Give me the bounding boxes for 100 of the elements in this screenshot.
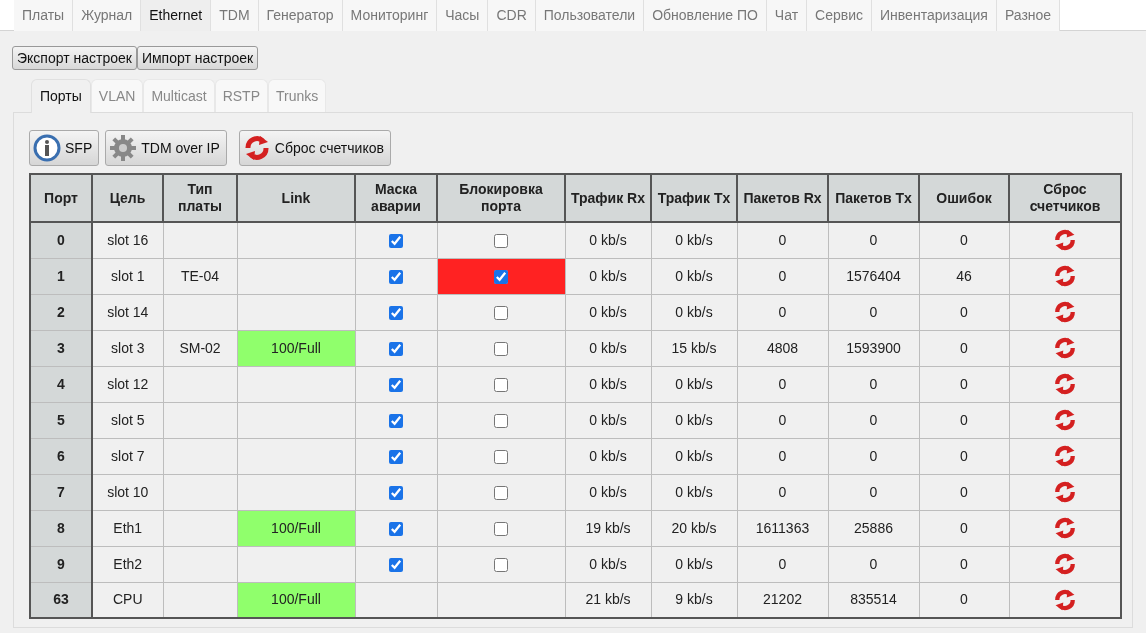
table-cell: CPU: [92, 582, 163, 618]
alarm-mask-checkbox[interactable]: [389, 269, 403, 284]
table-cell: 1576404: [828, 258, 919, 294]
reset-counters-button[interactable]: [1052, 444, 1077, 468]
alarm-mask-checkbox[interactable]: [389, 305, 403, 320]
table-cell: slot 16: [92, 222, 163, 258]
table-cell: 0 kb/s: [651, 294, 737, 330]
nav-tab[interactable]: Инвентаризация: [872, 0, 997, 31]
nav-tab[interactable]: Часы: [437, 0, 489, 31]
toolbar-button[interactable]: SFP: [29, 130, 100, 166]
nav-tab[interactable]: TDM: [211, 0, 259, 31]
port-block-checkbox[interactable]: [494, 377, 508, 392]
table-cell: 0: [919, 330, 1009, 366]
table-cell: 0: [828, 222, 919, 258]
sub-tab[interactable]: Порты: [31, 79, 91, 113]
reset-counters-button[interactable]: [1052, 228, 1077, 253]
table-cell: 19 kb/s: [565, 510, 651, 546]
port-block-checkbox[interactable]: [494, 269, 508, 284]
gear-icon: [109, 134, 138, 162]
sub-tab[interactable]: Multicast: [143, 79, 215, 112]
port-cell: 9: [30, 546, 92, 582]
alarm-mask-checkbox[interactable]: [389, 557, 403, 572]
nav-tab[interactable]: CDR: [488, 0, 536, 31]
sub-tab[interactable]: RSTP: [214, 79, 268, 112]
port-cell: 3: [30, 330, 92, 366]
reset-counters-button[interactable]: [1052, 408, 1077, 432]
alarm-mask-checkbox[interactable]: [389, 413, 403, 428]
port-block-checkbox[interactable]: [494, 449, 508, 464]
link-status: 100/Full: [237, 330, 355, 366]
alarm-mask-checkbox[interactable]: [389, 377, 403, 392]
port-cell: 1: [30, 258, 92, 294]
table-cell: 0: [828, 366, 919, 402]
table-cell: 0 kb/s: [651, 402, 737, 438]
nav-tab[interactable]: Сервис: [807, 0, 873, 31]
table-cell: slot 14: [92, 294, 163, 330]
port-cell: 6: [30, 438, 92, 474]
port-block-checkbox[interactable]: [494, 305, 508, 320]
table-cell: 25886: [828, 510, 919, 546]
table-cell: 0: [919, 294, 1009, 330]
port-block-checkbox[interactable]: [494, 485, 508, 500]
table-cell: Eth2: [92, 546, 163, 582]
port-cell: 0: [30, 222, 92, 258]
settings-button[interactable]: Импорт настроек: [136, 46, 259, 70]
nav-tab[interactable]: Журнал: [73, 0, 142, 31]
column-header: Трафик Tx: [651, 174, 737, 222]
toolbar-button[interactable]: Сброс счетчиков: [238, 130, 391, 166]
table-cell: 0: [919, 510, 1009, 546]
nav-tab[interactable]: Разное: [996, 0, 1061, 31]
reset-counters-button[interactable]: [1052, 336, 1077, 360]
port-cell: 2: [30, 294, 92, 330]
nav-tab[interactable]: Платы: [14, 0, 74, 31]
table-cell: 0 kb/s: [565, 402, 651, 438]
nav-tab[interactable]: Генератор: [258, 0, 343, 31]
table-cell: 0: [919, 366, 1009, 402]
sub-tab[interactable]: Trunks: [267, 79, 327, 112]
reset-counters-button[interactable]: [1052, 300, 1077, 324]
reset-counters-button[interactable]: [1052, 480, 1077, 504]
table-cell: 0 kb/s: [651, 366, 737, 402]
table-cell: 0 kb/s: [565, 330, 651, 366]
reset-counters-button[interactable]: [1052, 372, 1077, 396]
port-block-checkbox[interactable]: [494, 521, 508, 536]
table-cell: 20 kb/s: [651, 510, 737, 546]
column-header: Ошибок: [919, 174, 1009, 222]
port-cell: 4: [30, 366, 92, 402]
table-cell: 0: [737, 402, 828, 438]
nav-tab[interactable]: Пользователи: [535, 0, 645, 31]
alarm-mask-checkbox[interactable]: [389, 485, 403, 500]
table-cell: 0 kb/s: [565, 258, 651, 294]
column-header: Трафик Rx: [565, 174, 651, 222]
table-cell: 0 kb/s: [565, 222, 651, 258]
reset-counters-button[interactable]: [1052, 516, 1077, 540]
column-header: Link: [237, 174, 355, 222]
table-cell: Eth1: [92, 510, 163, 546]
nav-tab[interactable]: Мониторинг: [342, 0, 438, 31]
nav-tab[interactable]: Ethernet: [141, 0, 212, 31]
alarm-mask-checkbox[interactable]: [389, 234, 403, 249]
alarm-mask-checkbox[interactable]: [389, 521, 403, 536]
table-cell: 46: [919, 258, 1009, 294]
nav-tab[interactable]: Обновление ПО: [644, 0, 767, 31]
port-block-checkbox[interactable]: [494, 557, 508, 572]
reset-counters-button[interactable]: [1052, 552, 1077, 576]
table-cell: 0 kb/s: [651, 546, 737, 582]
table-cell: 0: [737, 438, 828, 474]
reset-counters-button[interactable]: [1052, 587, 1077, 612]
port-block-checkbox[interactable]: [494, 413, 508, 428]
alarm-mask-checkbox[interactable]: [389, 341, 403, 356]
settings-button[interactable]: Экспорт настроек: [12, 46, 137, 70]
port-block-checkbox[interactable]: [494, 341, 508, 356]
table-cell: 1611363: [737, 510, 828, 546]
table-cell: 0: [737, 474, 828, 510]
toolbar-button[interactable]: TDM over IP: [105, 130, 227, 166]
reset-counters-button[interactable]: [1052, 264, 1077, 288]
nav-tab[interactable]: Чат: [766, 0, 808, 31]
column-header: Маска аварии: [355, 174, 437, 222]
alarm-mask-checkbox[interactable]: [389, 449, 403, 464]
table-cell: 0: [919, 438, 1009, 474]
port-cell: 63: [30, 582, 92, 618]
port-block-checkbox[interactable]: [494, 234, 508, 249]
port-cell: 5: [30, 402, 92, 438]
sub-tab[interactable]: VLAN: [90, 79, 144, 112]
